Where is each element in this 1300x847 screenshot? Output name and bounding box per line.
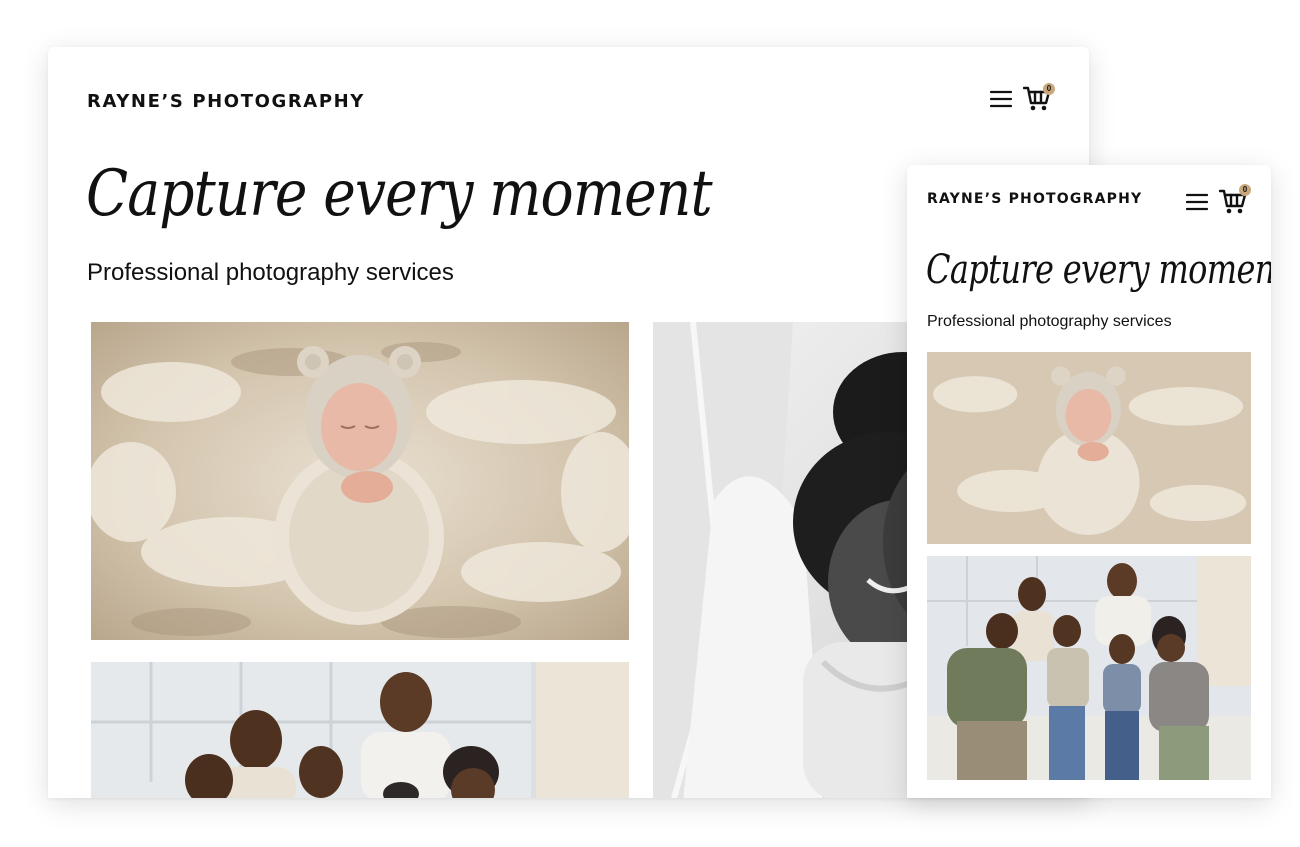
newborn-photo[interactable] — [91, 322, 629, 640]
hamburger-menu-icon[interactable] — [1185, 191, 1209, 213]
hero-headline: Capture every moment — [86, 157, 713, 231]
hero-subtitle: Professional photography services — [87, 259, 454, 286]
hamburger-menu-icon[interactable] — [989, 88, 1013, 110]
cart-count-badge: 0 — [1239, 184, 1251, 196]
hero-subtitle: Professional photography services — [927, 313, 1172, 330]
mobile-site-preview: RAYNE’S PHOTOGRAPHY 0 Capture every mome… — [907, 165, 1271, 798]
site-brand[interactable]: RAYNE’S PHOTOGRAPHY — [87, 91, 365, 112]
site-brand[interactable]: RAYNE’S PHOTOGRAPHY — [927, 191, 1142, 207]
family-photo[interactable] — [91, 662, 629, 798]
newborn-photo[interactable] — [927, 352, 1251, 544]
cart-count-badge: 0 — [1043, 83, 1055, 95]
hero-headline: Capture every moment — [926, 247, 1271, 293]
family-photo[interactable] — [927, 556, 1251, 780]
